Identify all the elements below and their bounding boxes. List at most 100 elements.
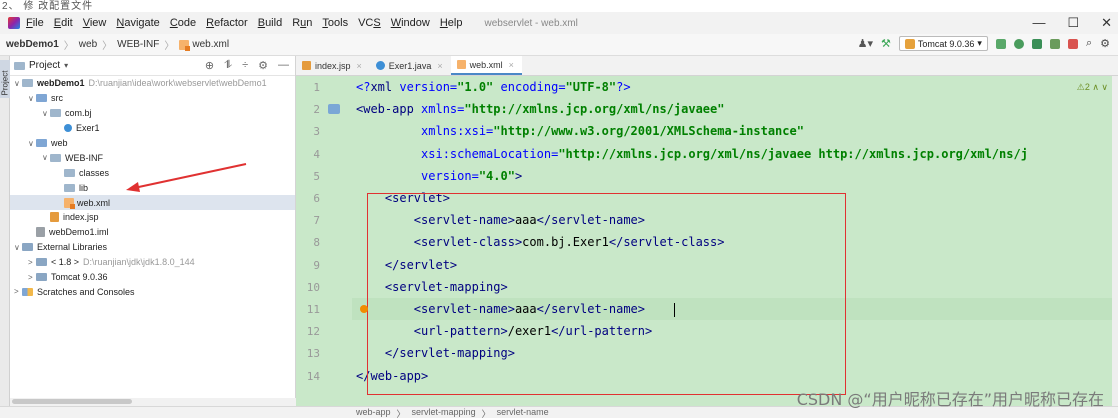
line-number: 13 [306,347,320,361]
breadcrumb-web[interactable]: web [79,39,97,50]
menu-bar: File Edit View Navigate Code Refactor Build Run… [0,12,1118,34]
inspection-widget[interactable]: ⚠2 ∧ ∨ [1077,82,1108,93]
horizontal-scrollbar[interactable] [10,398,296,406]
navigation-bar: webDemo1 〉 web 〉 WEB-INF 〉 web.xml ♟▾ ⚒ … [0,34,1118,56]
close-tab-icon[interactable]: × [357,61,362,71]
tree-node[interactable]: ∨ src [10,91,295,106]
window-title: webservlet - web.xml [484,17,578,29]
chevron-down-icon[interactable]: ∨ [42,109,50,118]
menu-code[interactable]: Code [170,17,196,29]
tree-node[interactable]: ∨ web [10,136,295,151]
close-tab-icon[interactable]: × [437,61,442,71]
menu-tools[interactable]: Tools [322,17,348,29]
code-token: xmlns= [421,102,465,117]
chevron-down-icon[interactable]: ▾ [64,61,68,70]
xml-crumb-servlet-mapping[interactable]: servlet-mapping [412,407,476,418]
menu-window[interactable]: Window [391,17,430,29]
stop-icon[interactable] [1067,38,1078,49]
tree-node[interactable]: ∨ webDemo1 D:\ruanjian\idea\work\webservle… [10,76,295,91]
tree-node[interactable]: webDemo1.iml [10,225,295,240]
locate-icon[interactable]: ⊕ [205,59,214,72]
gutter: 1 2 3 4 5 6 7 8 9 10 11 12 13 14 [296,76,352,406]
tree-node[interactable]: ∨ com.bj [10,106,295,121]
maximize-button[interactable]: ☐ [1067,15,1079,31]
run-icon[interactable] [995,38,1006,49]
hide-icon[interactable]: — [278,59,289,72]
jsp-file-icon [302,61,311,70]
expand-all-icon[interactable]: ÷ [242,59,248,72]
tree-node[interactable]: > < 1.8 > D:\ruanjian\jdk\jdk1.8.0_144 [10,255,295,270]
tree-node[interactable]: ∨ External Libraries [10,240,295,255]
project-panel-title[interactable]: Project [29,60,60,71]
debug-icon[interactable] [1013,38,1024,49]
tab-web-xml[interactable]: web.xml × [450,56,522,75]
scratches-icon [22,287,33,296]
tree-node[interactable]: > Tomcat 9.0.36 [10,270,295,285]
tree-node-label: Tomcat 9.0.36 [51,272,108,283]
chevron-right-icon[interactable]: > [28,258,36,267]
menu-build[interactable]: Build [258,17,282,29]
close-button[interactable]: ✕ [1101,15,1112,31]
project-panel-header: Project ▾ ⊕ ⥮ ÷ ⚙ — [10,56,295,76]
menu-help[interactable]: Help [440,17,463,29]
xml-crumb-servlet-name[interactable]: servlet-name [497,407,549,418]
chevron-down-icon[interactable]: ∨ [28,139,36,148]
menu-file[interactable]: File [26,17,44,29]
breadcrumb-web-inf[interactable]: WEB-INF [117,39,159,50]
run-config-select[interactable]: Tomcat 9.0.36 ▾ [898,36,988,51]
tree-node-path: D:\ruanjian\idea\work\webservlet\webDemo… [88,78,267,89]
chevron-down-icon[interactable]: ∨ [14,243,22,252]
gear-icon[interactable]: ⚙ [1100,37,1110,50]
chevron-down-icon[interactable]: ∨ [42,153,50,162]
web-module-gutter-icon[interactable] [328,104,340,115]
tree-node[interactable]: index.jsp [10,210,295,225]
library-icon [36,273,47,282]
tab-label: Exer1.java [388,60,432,71]
user-icon[interactable]: ♟▾ [858,37,873,50]
gear-icon[interactable]: ⚙ [258,59,268,72]
chevron-down-icon[interactable]: ∨ [28,94,36,103]
xml-crumb-web-app[interactable]: web-app [356,407,391,418]
menu-refactor[interactable]: Refactor [206,17,248,29]
line-number: 2 [313,103,320,117]
collapse-all-icon[interactable]: ⥮ [224,59,232,72]
search-icon[interactable]: ⌕ [1086,37,1092,50]
folder-icon [36,94,47,103]
breadcrumb-web-xml[interactable]: web.xml [192,39,229,50]
folder-icon [64,168,75,177]
menu-vcs[interactable]: VCS [358,17,381,29]
tree-node-label: External Libraries [37,242,108,253]
menu-navigate[interactable]: Navigate [116,17,159,29]
minimize-button[interactable]: — [1032,15,1045,31]
code-line: <web-app xmlns="http://xmlns.jcp.org/xml… [356,102,724,116]
code-token: "1.0" [457,80,501,94]
line-number: 8 [313,236,320,250]
hammer-icon[interactable]: ⚒ [881,37,891,50]
tree-node-path: D:\ruanjian\jdk\jdk1.8.0_144 [83,257,195,268]
tree-node-label: Scratches and Consoles [37,286,135,297]
tree-node[interactable]: web.xml [10,195,295,211]
vertical-scrollbar[interactable] [1112,76,1118,406]
chevron-down-icon[interactable]: ∨ [14,79,22,88]
chevron-right-icon: 〉 [102,41,113,52]
left-tool-stripe: 1: Project [0,56,10,406]
project-tool-window-button[interactable]: 1: Project [0,60,10,98]
tab-exer1-java[interactable]: Exer1.java × [370,56,451,75]
tab-index-jsp[interactable]: index.jsp × [296,56,370,75]
breadcrumb-project[interactable]: webDemo1 [6,39,59,50]
chevron-right-icon[interactable]: > [14,287,22,296]
menu-view[interactable]: View [83,17,107,29]
chevron-right-icon[interactable]: > [28,273,36,282]
library-icon [22,243,33,252]
profile-icon[interactable] [1049,38,1060,49]
menu-edit[interactable]: Edit [54,17,73,29]
intention-bulb-icon[interactable] [360,305,368,313]
close-tab-icon[interactable]: × [509,60,514,70]
tree-node[interactable]: > Scratches and Consoles [10,284,295,299]
tree-node[interactable]: Exer1 [10,121,295,136]
run-config-label: Tomcat 9.0.36 [917,38,975,49]
chevron-right-icon: 〉 [63,41,74,52]
menu-run[interactable]: Run [292,17,312,29]
coverage-icon[interactable] [1031,38,1042,49]
tree-node-label: classes [79,167,110,178]
